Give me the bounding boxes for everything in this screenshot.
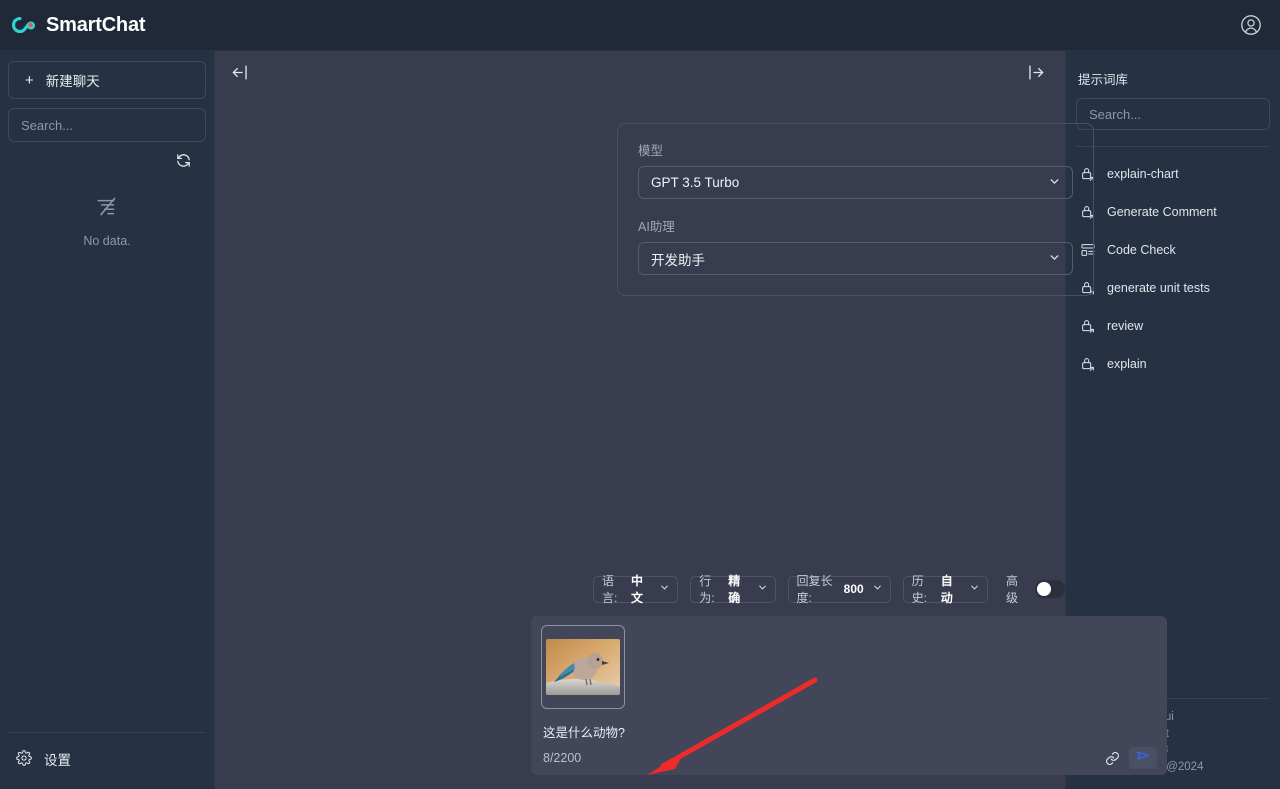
option-history[interactable]: 历史: 自动	[902, 574, 988, 605]
option-behavior-label: 行为:	[699, 574, 715, 605]
composer-options-bar: 语言: 中文 行为: 精确 回复长度: 800 历史: 自动 高级	[593, 572, 1065, 616]
chevron-down-icon	[872, 582, 883, 596]
prompt-item-explain[interactable]: explain	[1076, 345, 1270, 383]
infinity-logo-icon	[12, 12, 38, 38]
lock-share-icon	[1080, 356, 1096, 372]
link-icon[interactable]	[1102, 748, 1123, 769]
prompt-item-generate-unit-tests[interactable]: generate unit tests	[1076, 269, 1270, 307]
prompt-item-explain-chart[interactable]: explain-chart	[1076, 155, 1270, 193]
prompt-library-search-input[interactable]	[1076, 98, 1270, 130]
option-history-label: 历史:	[911, 574, 928, 605]
model-settings-card: 模型 GPT 3.5 Turbo AI助理 开发助手	[617, 123, 1094, 296]
chevron-down-icon	[1048, 251, 1061, 267]
body-row: + 新建聊天 Search... No data. 设置 模型 GPT 3.5 …	[0, 51, 1280, 789]
plus-icon: +	[25, 71, 34, 89]
bird-photo-thumbnail	[546, 639, 620, 695]
chevron-down-icon	[757, 582, 768, 596]
character-counter: 8/2200	[543, 751, 582, 765]
option-reply-length-label: 回复长度:	[796, 574, 833, 605]
new-chat-button[interactable]: + 新建聊天	[8, 61, 206, 99]
composer-input-text[interactable]: 这是什么动物?	[541, 722, 1157, 741]
conversation-area: 模型 GPT 3.5 Turbo AI助理 开发助手	[215, 87, 1094, 572]
refresh-icon[interactable]	[175, 152, 192, 169]
sidebar-item-settings[interactable]: 设置	[8, 745, 206, 773]
option-reply-length[interactable]: 回复长度: 800	[787, 574, 891, 605]
no-data-label: No data.	[83, 234, 131, 248]
prompt-item-label: generate unit tests	[1107, 281, 1210, 295]
composer-footer: 8/2200	[541, 741, 1157, 769]
send-button[interactable]	[1129, 747, 1157, 769]
no-data-icon	[94, 193, 120, 224]
assistant-select-value: 开发助手	[651, 252, 705, 268]
option-behavior-value: 精确	[728, 574, 741, 605]
divider	[1076, 146, 1270, 147]
sidebar-bottom: 设置	[8, 732, 206, 789]
chevron-down-icon	[659, 582, 670, 596]
prompt-library-title: 提示词库	[1078, 73, 1129, 87]
left-sidebar: + 新建聊天 Search... No data. 设置	[0, 51, 215, 789]
settings-label: 设置	[44, 753, 71, 768]
prompt-item-review[interactable]: review	[1076, 307, 1270, 345]
center-header	[215, 57, 1065, 87]
prompt-item-label: review	[1107, 319, 1144, 333]
attachment-thumbnail[interactable]	[541, 625, 625, 709]
model-label: 模型	[638, 144, 664, 158]
sidebar-refresh-row	[8, 142, 206, 169]
app-root: SmartChat + 新建聊天 Search... No data. 设置 模…	[0, 0, 1280, 789]
message-composer[interactable]: 这是什么动物? 8/2200	[531, 616, 1167, 775]
lock-share-icon	[1080, 318, 1096, 334]
sidebar-empty-state: No data.	[0, 169, 214, 732]
user-avatar-icon[interactable]	[1238, 12, 1264, 38]
prompt-item-label: Code Check	[1107, 243, 1176, 257]
prompt-item-label: explain-chart	[1107, 167, 1179, 181]
composer-wrapper: 语言: 中文 行为: 精确 回复长度: 800 历史: 自动 高级 这是什么动物…	[215, 572, 1167, 789]
top-header: SmartChat	[0, 0, 1280, 51]
send-icon	[1136, 748, 1151, 768]
prompt-item-label: explain	[1107, 357, 1147, 371]
option-behavior[interactable]: 行为: 精确	[690, 574, 776, 605]
chevron-down-icon	[969, 582, 980, 596]
toggle-knob	[1036, 582, 1051, 596]
sidebar-top: + 新建聊天	[0, 51, 214, 169]
model-select[interactable]: GPT 3.5 Turbo	[638, 166, 1073, 199]
option-language-label: 语言:	[602, 574, 618, 605]
new-chat-label: 新建聊天	[45, 74, 100, 89]
advanced-toggle[interactable]	[1034, 580, 1065, 598]
option-history-value: 自动	[940, 574, 953, 605]
advanced-label: 高级	[1005, 574, 1018, 605]
model-select-value: GPT 3.5 Turbo	[651, 175, 740, 190]
assistant-label: AI助理	[638, 220, 675, 234]
option-language-value: 中文	[631, 574, 644, 605]
collapse-right-icon[interactable]	[1026, 63, 1045, 82]
prompt-item-code-check[interactable]: Code Check	[1076, 231, 1270, 269]
option-reply-length-value: 800	[843, 582, 864, 596]
brand: SmartChat	[12, 12, 146, 38]
composer-actions	[1102, 747, 1157, 769]
option-language[interactable]: 语言: 中文	[593, 574, 679, 605]
advanced-toggle-group: 高级	[1006, 572, 1065, 606]
assistant-select[interactable]: 开发助手	[638, 242, 1073, 275]
chevron-down-icon	[1048, 175, 1061, 191]
gear-icon	[16, 749, 32, 769]
prompt-item-label: Generate Comment	[1107, 205, 1217, 219]
prompt-library-list: explain-chart Generate Comment Code Chec…	[1076, 155, 1270, 383]
prompt-item-generate-comment[interactable]: Generate Comment	[1076, 193, 1270, 231]
sidebar-search-input[interactable]	[8, 108, 206, 142]
collapse-left-icon[interactable]	[231, 63, 250, 82]
brand-name: SmartChat	[46, 13, 146, 36]
center-panel: 模型 GPT 3.5 Turbo AI助理 开发助手 语言: 中文 行为: 精确…	[215, 51, 1167, 789]
